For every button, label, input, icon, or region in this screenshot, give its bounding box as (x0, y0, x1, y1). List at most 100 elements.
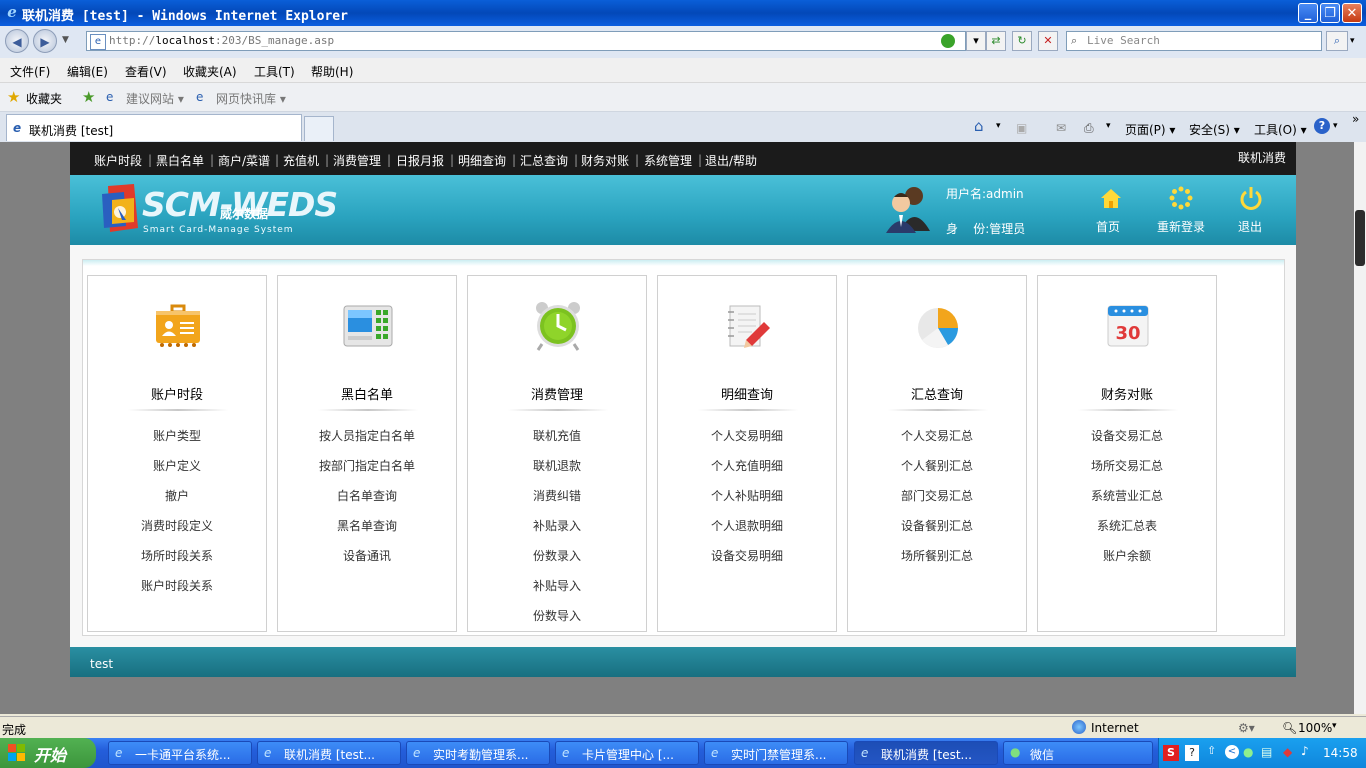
module-link[interactable]: 设备通讯 (278, 547, 456, 564)
wechat-tray-icon[interactable]: ● (1243, 745, 1253, 759)
module-link[interactable]: 个人交易汇总 (848, 427, 1026, 444)
module-link[interactable]: 设备交易汇总 (1038, 427, 1216, 444)
sogou-ime-icon[interactable]: S (1163, 745, 1179, 761)
module-link[interactable]: 场所餐别汇总 (848, 547, 1026, 564)
tab-active[interactable]: e 联机消费 [test] (6, 114, 302, 141)
restore-button[interactable]: ❐ (1320, 3, 1340, 23)
module-link[interactable]: 账户时段关系 (88, 577, 266, 594)
tray-arrow-icon[interactable]: ⇧ (1207, 744, 1216, 757)
taskbar-item[interactable]: e 一卡通平台系统... (108, 741, 252, 765)
window-title-bar[interactable]: e 联机消费 [test] - Windows Internet Explore… (0, 0, 1366, 26)
home-dropdown-icon[interactable]: ▾ (996, 121, 1001, 131)
taskbar-item-active[interactable]: e 联机消费 [test... (854, 741, 998, 765)
help-tray-icon[interactable]: ? (1185, 745, 1199, 761)
protected-mode-icon[interactable]: ⚙▾ (1238, 721, 1255, 735)
tray-expand-icon[interactable]: < (1225, 745, 1239, 759)
module-link[interactable]: 个人交易明细 (658, 427, 836, 444)
search-input[interactable]: ⌕ Live Search (1066, 31, 1322, 51)
menu-view[interactable]: 查看(V) (125, 63, 167, 80)
module-link[interactable]: 按人员指定白名单 (278, 427, 456, 444)
history-dropdown-icon[interactable]: ▼ (62, 35, 69, 45)
logout-button[interactable]: 退出 (1238, 218, 1262, 235)
volume-icon[interactable]: ♪ (1301, 744, 1309, 758)
module-link[interactable]: 设备交易明细 (658, 547, 836, 564)
module-link[interactable]: 场所时段关系 (88, 547, 266, 564)
suggested-sites-link[interactable]: 建议网站 ▾ (126, 90, 184, 107)
nav-black-white-list[interactable]: 黑白名单 (156, 152, 204, 169)
power-icon[interactable] (1238, 185, 1264, 211)
scrollbar-thumb[interactable] (1355, 210, 1365, 266)
web-slice-gallery-link[interactable]: 网页快讯库 ▾ (216, 90, 286, 107)
search-options-icon[interactable]: ▾ (1350, 36, 1355, 46)
module-link[interactable]: 补贴导入 (468, 577, 646, 594)
module-link[interactable]: 场所交易汇总 (1038, 457, 1216, 474)
forward-button[interactable]: ▶ (33, 29, 57, 53)
nav-account-period[interactable]: 账户时段 (94, 152, 142, 169)
module-link[interactable]: 联机退款 (468, 457, 646, 474)
menu-file[interactable]: 文件(F) (10, 63, 50, 80)
back-button[interactable]: ◀ (5, 29, 29, 53)
home-icon[interactable] (1098, 185, 1124, 211)
home-icon[interactable]: ⌂ (974, 117, 984, 135)
nav-system-mgmt[interactable]: 系统管理 (644, 152, 692, 169)
taskbar-item[interactable]: e 联机消费 [test... (257, 741, 401, 765)
refresh-button[interactable]: ↻ (1012, 31, 1032, 51)
module-link[interactable]: 按部门指定白名单 (278, 457, 456, 474)
help-dropdown-icon[interactable]: ▾ (1333, 121, 1338, 131)
module-link[interactable]: 黑名单查询 (278, 517, 456, 534)
compatibility-view-icon[interactable]: ⇄ (986, 31, 1006, 51)
module-link[interactable]: 联机充值 (468, 427, 646, 444)
module-link[interactable]: 账户余额 (1038, 547, 1216, 564)
nav-detail-query[interactable]: 明细查询 (458, 152, 506, 169)
nav-recharge-machine[interactable]: 充值机 (283, 152, 319, 169)
module-link[interactable]: 份数录入 (468, 547, 646, 564)
module-link[interactable]: 个人餐别汇总 (848, 457, 1026, 474)
compat-icon[interactable] (941, 34, 955, 48)
menu-tools[interactable]: 工具(T) (254, 63, 295, 80)
nav-daily-monthly[interactable]: 日报月报 (396, 152, 444, 169)
address-dropdown-button[interactable]: ▾ (966, 31, 986, 51)
mail-icon[interactable]: ✉ (1056, 121, 1066, 135)
module-link[interactable]: 个人补贴明细 (658, 487, 836, 504)
minimize-button[interactable]: _ (1298, 3, 1318, 23)
nav-summary-query[interactable]: 汇总查询 (520, 152, 568, 169)
new-tab-button[interactable] (304, 116, 334, 141)
menu-edit[interactable]: 编辑(E) (67, 63, 108, 80)
favorites-button[interactable]: 收藏夹 (26, 90, 62, 107)
close-button[interactable]: ✕ (1342, 3, 1362, 23)
toolbar-overflow-icon[interactable]: » (1352, 112, 1359, 126)
module-link[interactable]: 消费纠错 (468, 487, 646, 504)
module-link[interactable]: 系统营业汇总 (1038, 487, 1216, 504)
nav-exit-help[interactable]: 退出/帮助 (705, 152, 757, 169)
add-favorite-icon[interactable]: ★ (82, 88, 95, 106)
module-link[interactable]: 账户类型 (88, 427, 266, 444)
module-link[interactable]: 白名单查询 (278, 487, 456, 504)
stop-button[interactable]: ✕ (1038, 31, 1058, 51)
tools-menu[interactable]: 工具(O) ▾ (1254, 121, 1307, 138)
network-tray-icon[interactable]: ▤ (1261, 745, 1272, 759)
module-link[interactable]: 个人退款明细 (658, 517, 836, 534)
module-link[interactable]: 账户定义 (88, 457, 266, 474)
module-link[interactable]: 补贴录入 (468, 517, 646, 534)
clock[interactable]: 14:58 (1323, 746, 1358, 760)
security-tray-icon[interactable]: ◆ (1283, 745, 1292, 759)
module-link[interactable]: 份数导入 (468, 607, 646, 624)
module-link[interactable]: 系统汇总表 (1038, 517, 1216, 534)
safety-menu[interactable]: 安全(S) ▾ (1189, 121, 1240, 138)
nav-consumption-mgmt[interactable]: 消费管理 (333, 152, 381, 169)
address-field[interactable]: e http://localhost:203/BS_manage.asp (86, 31, 966, 51)
feeds-icon[interactable]: ▣ (1016, 121, 1027, 135)
relogin-icon[interactable] (1168, 185, 1194, 211)
zoom-dropdown-icon[interactable]: ▾ (1332, 721, 1337, 731)
taskbar-item[interactable]: ● 微信 (1003, 741, 1153, 765)
print-dropdown-icon[interactable]: ▾ (1106, 121, 1111, 131)
taskbar-item[interactable]: e 实时考勤管理系... (406, 741, 550, 765)
relogin-button[interactable]: 重新登录 (1157, 218, 1205, 235)
taskbar-item[interactable]: e 卡片管理中心 [... (555, 741, 699, 765)
search-button[interactable]: ⌕ (1326, 31, 1348, 51)
page-menu[interactable]: 页面(P) ▾ (1125, 121, 1175, 138)
zoom-level[interactable]: 100% (1298, 721, 1332, 735)
module-link[interactable]: 消费时段定义 (88, 517, 266, 534)
menu-favorites[interactable]: 收藏夹(A) (183, 63, 237, 80)
taskbar-item[interactable]: e 实时门禁管理系... (704, 741, 848, 765)
